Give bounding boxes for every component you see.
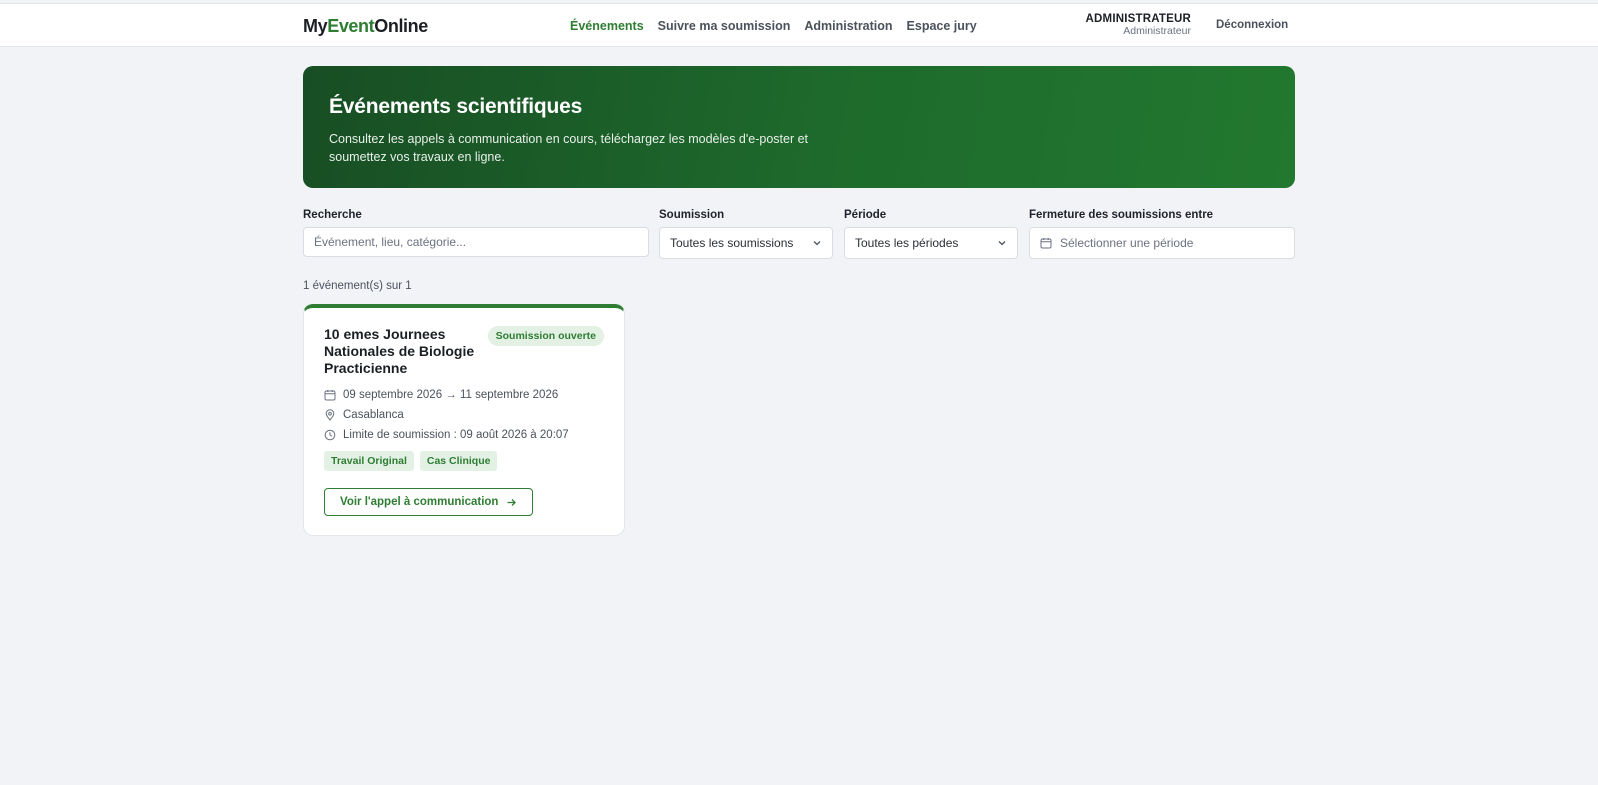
brand-logo[interactable]: MyEventOnline bbox=[303, 16, 428, 37]
hero-banner: Événements scientifiques Consultez les a… bbox=[303, 66, 1295, 188]
status-badge: Soumission ouverte bbox=[487, 326, 604, 346]
event-dates-text: 09 septembre 2026 → 11 septembre 2026 bbox=[343, 389, 559, 401]
arrow-right-icon bbox=[506, 497, 517, 508]
closing-date-placeholder: Sélectionner une période bbox=[1060, 236, 1194, 250]
nav-item-espace-jury[interactable]: Espace jury bbox=[907, 19, 977, 33]
search-input[interactable] bbox=[314, 235, 638, 249]
closing-filter-label: Fermeture des soumissions entre bbox=[1029, 209, 1214, 221]
user-info: ADMINISTRATEUR Administrateur bbox=[1086, 13, 1191, 37]
logo-prefix: My bbox=[303, 16, 328, 36]
view-call-button[interactable]: Voir l'appel à communication bbox=[324, 488, 534, 516]
closing-date-range-picker[interactable]: Sélectionner une période bbox=[1029, 227, 1295, 259]
user-role: Administrateur bbox=[1123, 25, 1191, 37]
nav-item-evenements[interactable]: Événements bbox=[570, 19, 644, 33]
calendar-icon bbox=[1040, 237, 1052, 249]
logo-suffix: Online bbox=[374, 16, 428, 36]
event-card: 10 emes Journees Nationales de Biologie … bbox=[303, 304, 625, 536]
search-field bbox=[303, 227, 649, 257]
logout-button[interactable]: Déconnexion bbox=[1216, 19, 1288, 31]
tag-travail-original: Travail Original bbox=[324, 451, 414, 471]
event-title: 10 emes Journees Nationales de Biologie … bbox=[324, 326, 475, 376]
event-location: Casablanca bbox=[324, 405, 604, 425]
search-label: Recherche bbox=[303, 209, 362, 221]
calendar-icon bbox=[324, 389, 336, 401]
event-location-text: Casablanca bbox=[343, 409, 404, 421]
event-dates: 09 septembre 2026 → 11 septembre 2026 bbox=[324, 385, 604, 405]
event-deadline: Limite de soumission : 09 août 2026 à 20… bbox=[324, 425, 604, 445]
map-pin-icon bbox=[324, 409, 336, 421]
submission-filter-label: Soumission bbox=[659, 209, 725, 221]
event-deadline-text: Limite de soumission : 09 août 2026 à 20… bbox=[343, 429, 569, 441]
logo-accent: Event bbox=[327, 16, 375, 36]
user-name: ADMINISTRATEUR bbox=[1085, 13, 1191, 25]
clock-icon bbox=[324, 429, 336, 441]
period-select-value: Toutes les périodes bbox=[855, 236, 959, 250]
nav-item-suivre-soumission[interactable]: Suivre ma soumission bbox=[658, 19, 791, 33]
chevron-down-icon bbox=[997, 238, 1007, 248]
submission-select[interactable]: Toutes les soumissions bbox=[659, 227, 833, 259]
page-title: Événements scientifiques bbox=[329, 95, 583, 118]
period-select[interactable]: Toutes les périodes bbox=[844, 227, 1018, 259]
page-subtitle: Consultez les appels à communication en … bbox=[329, 132, 809, 164]
top-navbar: MyEventOnline Événements Suivre ma soumi… bbox=[0, 3, 1598, 47]
view-call-label: Voir l'appel à communication bbox=[340, 496, 499, 508]
nav-item-administration[interactable]: Administration bbox=[804, 19, 892, 33]
main-nav: Événements Suivre ma soumission Administ… bbox=[570, 19, 977, 33]
tag-cas-clinique: Cas Clinique bbox=[419, 451, 498, 471]
event-tags: Travail Original Cas Clinique bbox=[324, 451, 604, 471]
results-count: 1 événement(s) sur 1 bbox=[303, 280, 412, 292]
chevron-down-icon bbox=[812, 238, 822, 248]
period-filter-label: Période bbox=[844, 209, 887, 221]
submission-select-value: Toutes les soumissions bbox=[670, 236, 794, 250]
